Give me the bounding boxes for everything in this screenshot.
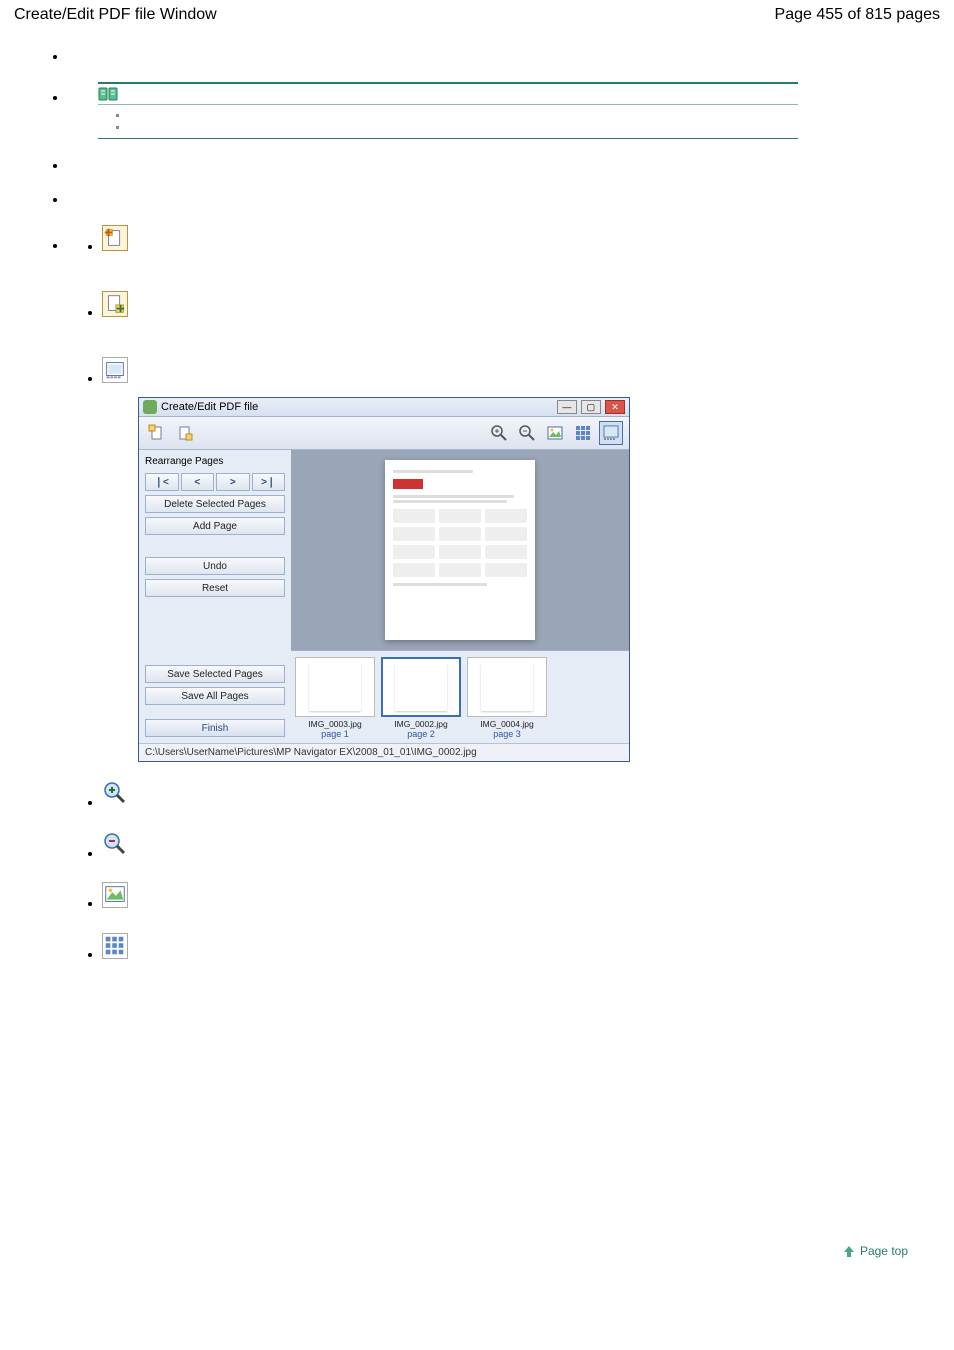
page-label-3: page 3 (467, 729, 547, 739)
reset-button[interactable]: Reset (145, 579, 285, 597)
window-controls: — ▢ ✕ (556, 400, 625, 414)
thumbnail-view-icon (102, 933, 128, 959)
tb-image-view-icon[interactable] (543, 421, 567, 445)
finish-button[interactable]: Finish (145, 719, 285, 737)
page-counter: Page 455 of 815 pages (775, 6, 940, 24)
sub-item-b (102, 291, 914, 347)
minimize-button[interactable]: — (557, 400, 577, 414)
thumb-1[interactable]: IMG_0003.jpg (295, 657, 375, 729)
bullet-1 (68, 48, 914, 64)
thumbnail-mode-icon (102, 357, 128, 383)
bullet-3 (68, 157, 914, 173)
thumb-3[interactable]: IMG_0004.jpg (467, 657, 547, 729)
image-view-icon (102, 882, 128, 908)
note-item-1 (128, 110, 798, 121)
rearrange-label: Rearrange Pages (145, 456, 285, 467)
app-title-icon (143, 400, 157, 414)
note-item-2 (128, 122, 798, 133)
tb-preview-mode-icon[interactable] (599, 421, 623, 445)
save-all-button[interactable]: Save All Pages (145, 687, 285, 705)
note-box (98, 82, 798, 139)
add-page-button[interactable]: Add Page (145, 517, 285, 535)
page-top-label: Page top (860, 1244, 908, 1258)
tb-add-before-icon[interactable] (145, 421, 169, 445)
save-selected-button[interactable]: Save Selected Pages (145, 665, 285, 683)
lower-zoom-out (102, 831, 914, 872)
bullet-4 (68, 191, 914, 207)
page-label-2: page 2 (381, 729, 461, 739)
nav-prev-button[interactable]: < (181, 473, 215, 491)
lower-thumb-view (102, 933, 914, 959)
undo-button[interactable]: Undo (145, 557, 285, 575)
thumb-2-file: IMG_0002.jpg (381, 719, 461, 729)
preview-canvas (291, 450, 629, 650)
page-top-link[interactable]: Page top (842, 1244, 908, 1258)
thumbnail-strip: IMG_0003.jpg IMG_0002.jpg IMG_0004.jpg (291, 650, 629, 729)
lower-zoom-in (102, 780, 914, 821)
thumb-3-file: IMG_0004.jpg (467, 719, 547, 729)
zoom-in-icon (102, 780, 128, 806)
embedded-screenshot: Create/Edit PDF file — ▢ ✕ (138, 397, 914, 762)
tb-add-after-icon[interactable] (173, 421, 197, 445)
bullet-2 (68, 82, 914, 139)
page-title: Create/Edit PDF file Window (14, 6, 217, 24)
sub-item-a (102, 225, 914, 281)
lower-image-view (102, 882, 914, 923)
status-bar: C:\Users\UserName\Pictures\MP Navigator … (139, 743, 629, 761)
add-page-after-icon (102, 291, 128, 317)
app-window-title: Create/Edit PDF file (161, 401, 258, 413)
thumb-2[interactable]: IMG_0002.jpg (381, 657, 461, 729)
nav-next-button[interactable]: > (216, 473, 250, 491)
thumb-1-file: IMG_0003.jpg (295, 719, 375, 729)
bullet-5: Create/Edit PDF file — ▢ ✕ (68, 225, 914, 959)
close-button[interactable]: ✕ (605, 400, 625, 414)
zoom-out-icon (102, 831, 128, 857)
page-label-1: page 1 (295, 729, 375, 739)
maximize-button[interactable]: ▢ (581, 400, 601, 414)
delete-selected-button[interactable]: Delete Selected Pages (145, 495, 285, 513)
tb-zoom-in-icon[interactable] (487, 421, 511, 445)
note-icon (98, 86, 120, 102)
tb-thumb-grid-icon[interactable] (571, 421, 595, 445)
tb-zoom-out-icon[interactable] (515, 421, 539, 445)
add-page-before-icon (102, 225, 128, 251)
nav-first-button[interactable]: ❘< (145, 473, 179, 491)
nav-last-button[interactable]: >❘ (252, 473, 286, 491)
sub-item-c (102, 357, 914, 383)
